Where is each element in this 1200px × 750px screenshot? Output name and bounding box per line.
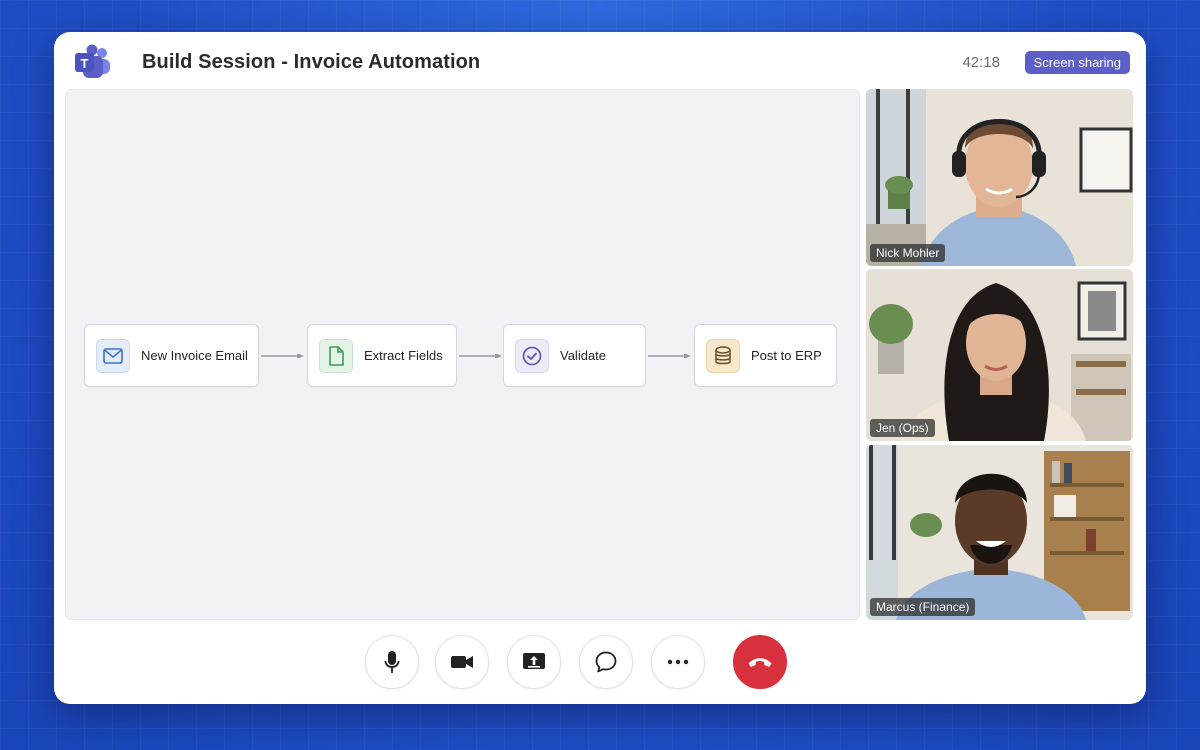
title-bar: T Build Session - Invoice Automation 42:… xyxy=(54,32,1146,90)
camera-icon xyxy=(451,656,473,668)
microphone-icon xyxy=(384,651,400,673)
arrow-icon xyxy=(459,354,502,358)
camera-button[interactable] xyxy=(435,635,489,689)
chat-button[interactable] xyxy=(579,635,633,689)
participant-name: Jen (Ops) xyxy=(870,419,935,437)
participant-video-tile[interactable]: Jen (Ops) xyxy=(866,269,1133,441)
workflow-step-label: Post to ERP xyxy=(751,348,822,363)
more-options-button[interactable] xyxy=(651,635,705,689)
workflow-step-label: Extract Fields xyxy=(364,348,443,363)
participant-video-tile[interactable]: Nick Mohler xyxy=(866,89,1133,266)
shared-screen: New Invoice Email Extract Fields Validat… xyxy=(65,89,860,620)
microphone-button[interactable] xyxy=(365,635,419,689)
participant-name: Marcus (Finance) xyxy=(870,598,976,616)
share-screen-icon xyxy=(523,653,545,669)
workflow-step-label: Validate xyxy=(560,348,607,363)
share-screen-button[interactable] xyxy=(507,635,561,689)
chat-icon xyxy=(595,651,617,673)
participant-video xyxy=(866,445,1133,620)
workflow-step-extract-fields[interactable]: Extract Fields xyxy=(307,324,457,387)
hang-up-icon xyxy=(748,658,772,667)
mail-icon xyxy=(96,338,130,373)
teams-logo-icon: T xyxy=(75,44,110,78)
meeting-window: T Build Session - Invoice Automation 42:… xyxy=(54,32,1146,704)
arrow-icon xyxy=(648,354,691,358)
more-icon xyxy=(667,659,689,665)
document-icon xyxy=(319,338,353,373)
workflow-step-post-to-erp[interactable]: Post to ERP xyxy=(694,324,837,387)
database-icon xyxy=(706,338,740,373)
participant-gallery: Nick Mohler Jen (Ops) Marcus (Finance) xyxy=(866,89,1133,620)
end-call-button[interactable] xyxy=(733,635,787,689)
svg-text:T: T xyxy=(81,56,89,71)
call-timer: 42:18 xyxy=(962,54,1000,71)
arrow-icon xyxy=(261,354,304,358)
workflow-step-new-invoice-email[interactable]: New Invoice Email xyxy=(84,324,259,387)
participant-video xyxy=(866,89,1133,266)
workflow-step-validate[interactable]: Validate xyxy=(503,324,646,387)
call-controls xyxy=(54,632,1146,692)
workflow-step-label: New Invoice Email xyxy=(141,348,248,363)
check-circle-icon xyxy=(515,338,549,373)
participant-video-tile[interactable]: Marcus (Finance) xyxy=(866,445,1133,620)
screen-sharing-badge[interactable]: Screen sharing xyxy=(1024,51,1130,74)
participant-video xyxy=(866,269,1133,441)
meeting-title: Build Session - Invoice Automation xyxy=(142,51,481,73)
participant-name: Nick Mohler xyxy=(870,244,946,262)
